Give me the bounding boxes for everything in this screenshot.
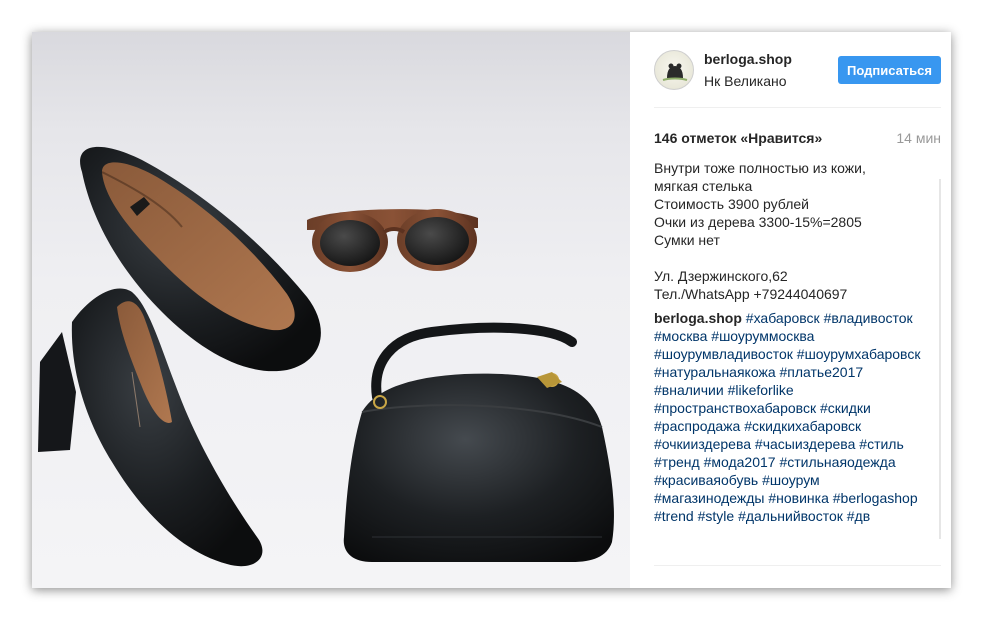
hashtag-link[interactable]: #вналичии xyxy=(654,382,724,398)
hashtag-link[interactable]: #новинка xyxy=(768,490,829,506)
divider xyxy=(654,565,941,566)
post-sidebar: berloga.shop Нк Великано Подписаться 146… xyxy=(630,32,951,588)
hashtag-link[interactable]: #мода2017 xyxy=(704,454,776,470)
hashtag-link[interactable]: #натуральнаякожа xyxy=(654,364,776,380)
header-text: berloga.shop Нк Великано xyxy=(704,50,792,90)
comments-scrollbar[interactable] xyxy=(939,179,941,539)
likes-row: 146 отметок «Нравится» 14 мин xyxy=(654,130,941,146)
bear-icon xyxy=(662,63,688,81)
hashtag-link[interactable]: #хабаровск xyxy=(746,310,820,326)
hashtag-link[interactable]: #стиль xyxy=(859,436,903,452)
hashtag-link[interactable]: #шоурумвладивосток xyxy=(654,346,793,362)
photo-illustration xyxy=(38,146,614,567)
hashtag-link[interactable]: #скидкихабаровск xyxy=(744,418,861,434)
comment-author[interactable]: berloga.shop xyxy=(654,310,742,326)
hashtag-link[interactable]: #очкииздерева xyxy=(654,436,751,452)
hashtag-link[interactable]: #berlogashop xyxy=(833,490,918,506)
instagram-post: berloga.shop Нк Великано Подписаться 146… xyxy=(32,32,951,588)
hashtag-link[interactable]: #стильнаяодежда xyxy=(779,454,895,470)
hashtag-link[interactable]: #шоурумхабаровск xyxy=(797,346,921,362)
hashtag-link[interactable]: #платье2017 xyxy=(780,364,864,380)
hashtag-link[interactable]: #магазинодежды xyxy=(654,490,764,506)
hashtag-list: #хабаровск #владивосток #москва #шоурумм… xyxy=(654,310,920,524)
hashtag-link[interactable]: #style xyxy=(698,508,735,524)
hashtag-link[interactable]: #дальнийвосток xyxy=(738,508,843,524)
follow-button[interactable]: Подписаться xyxy=(838,56,941,84)
hashtag-comment: berloga.shop #хабаровск #владивосток #мо… xyxy=(654,309,941,525)
hashtag-link[interactable]: #владивосток xyxy=(824,310,913,326)
wooden-sunglasses xyxy=(307,209,478,272)
black-handbag xyxy=(343,322,614,562)
bear-logo-avatar[interactable] xyxy=(654,49,694,90)
comments-area: Внутри тоже полностью из кожи, мягкая ст… xyxy=(654,159,941,554)
post-caption: Внутри тоже полностью из кожи, мягкая ст… xyxy=(654,160,866,302)
hashtag-link[interactable]: #дв xyxy=(847,508,870,524)
post-header: berloga.shop Нк Великано Подписаться xyxy=(654,32,941,108)
hashtag-link[interactable]: #шоурум xyxy=(762,472,820,488)
hashtag-link[interactable]: #скидки xyxy=(820,400,871,416)
post-location[interactable]: Нк Великано xyxy=(704,72,792,90)
likes-count[interactable]: 146 отметок «Нравится» xyxy=(654,130,822,146)
hashtag-link[interactable]: #likeforlike xyxy=(728,382,794,398)
post-username[interactable]: berloga.shop xyxy=(704,50,792,68)
post-photo[interactable] xyxy=(32,32,630,588)
hashtag-link[interactable]: #москва xyxy=(654,328,707,344)
hashtag-link[interactable]: #тренд xyxy=(654,454,700,470)
post-time[interactable]: 14 мин xyxy=(896,130,941,146)
hashtag-link[interactable]: #красиваяобувь xyxy=(654,472,758,488)
hashtag-link[interactable]: #часыиздерева xyxy=(755,436,855,452)
hashtag-link[interactable]: #trend xyxy=(654,508,694,524)
hashtag-link[interactable]: #распродажа xyxy=(654,418,740,434)
hashtag-link[interactable]: #пространствохабаровск xyxy=(654,400,816,416)
hashtag-link[interactable]: #шоуруммосква xyxy=(711,328,814,344)
